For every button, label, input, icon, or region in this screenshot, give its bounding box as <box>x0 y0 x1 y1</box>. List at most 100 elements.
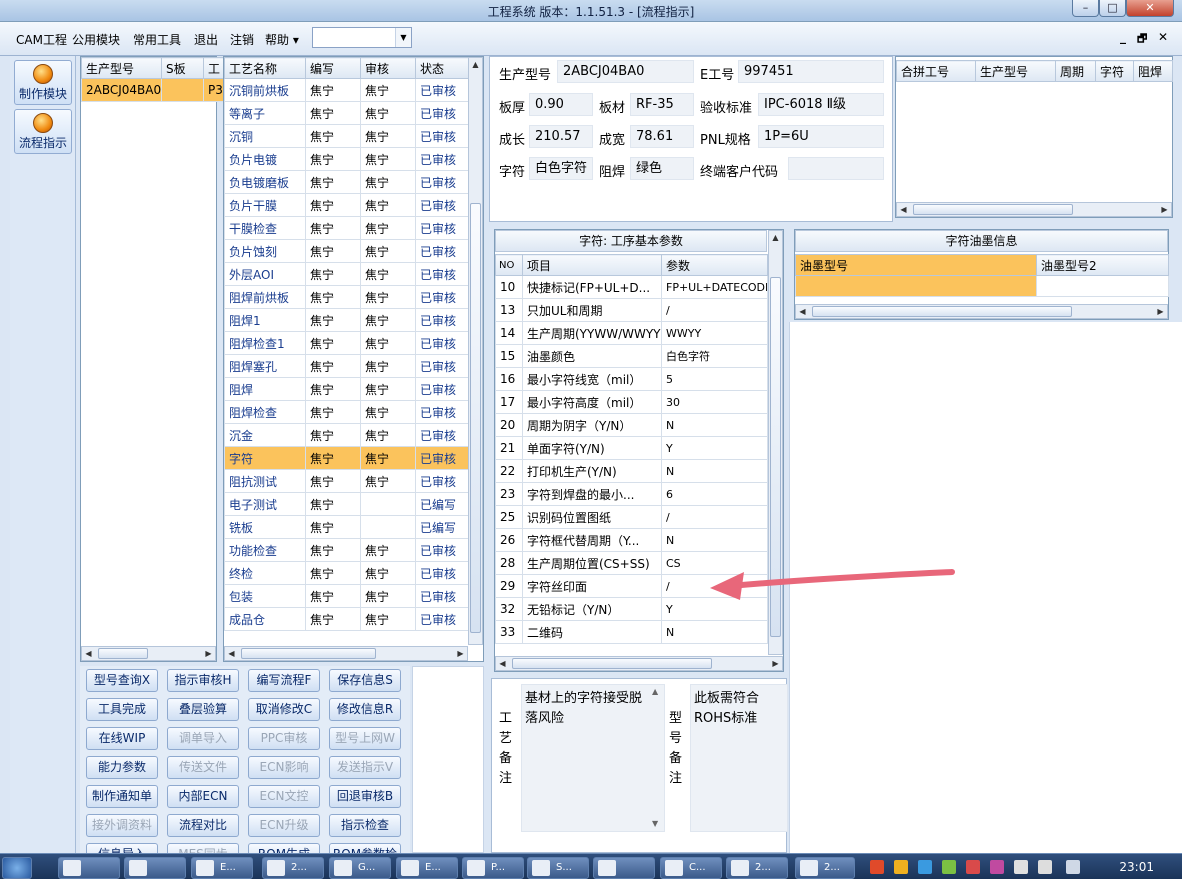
horizontal-scrollbar[interactable]: ◀ ▶ <box>495 656 783 671</box>
table-row[interactable] <box>795 275 1169 297</box>
action-button[interactable]: 叠层验算 <box>167 698 239 721</box>
action-button[interactable]: 保存信息S <box>329 669 401 692</box>
taskbar-item[interactable]: 2... <box>726 857 788 879</box>
table-row[interactable]: 干膜检查 焦宁 焦宁 已审核 <box>224 216 469 240</box>
taskbar-item[interactable]: E... <box>191 857 253 879</box>
table-row[interactable]: 负片电镀 焦宁 焦宁 已审核 <box>224 147 469 171</box>
action-button[interactable]: 型号查询X <box>86 669 158 692</box>
table-row[interactable]: 阻焊 焦宁 焦宁 已审核 <box>224 377 469 401</box>
column-header-ink[interactable]: 油墨型号 <box>795 254 1037 276</box>
menu-common-tools[interactable]: 常用工具 <box>133 31 181 48</box>
column-header-param[interactable]: 参数 <box>661 254 768 276</box>
horizontal-scrollbar[interactable]: ◀ ▶ <box>81 646 216 661</box>
column-header-character[interactable]: 字符 <box>1095 60 1134 82</box>
length-field[interactable]: 210.57 <box>529 125 593 148</box>
menu-logout[interactable]: 注销 <box>230 31 254 48</box>
table-row[interactable]: 10 快捷标记(FP+UL+D... FP+UL+DATECODE <box>495 275 768 299</box>
table-row[interactable]: 阻焊塞孔 焦宁 焦宁 已审核 <box>224 354 469 378</box>
action-button[interactable]: 内部ECN <box>167 785 239 808</box>
table-row[interactable]: 阻焊检查1 焦宁 焦宁 已审核 <box>224 331 469 355</box>
table-row[interactable]: 成品仓 焦宁 焦宁 已审核 <box>224 607 469 631</box>
action-button[interactable]: ECN文控 <box>248 785 320 808</box>
menu-cam[interactable]: CAM工程 <box>16 31 67 48</box>
column-header-solder[interactable]: 阻焊 <box>1133 60 1173 82</box>
column-header-ink-2[interactable]: 油墨型号2 <box>1036 254 1169 276</box>
column-header-model[interactable]: 生产型号 <box>975 60 1056 82</box>
process-note-field[interactable]: 基材上的字符接受脱落风险 <box>521 684 665 832</box>
column-header-reviewer[interactable]: 审核 <box>360 57 416 79</box>
action-button[interactable]: 传送文件 <box>167 756 239 779</box>
taskbar-item[interactable]: C... <box>660 857 722 879</box>
action-button[interactable]: ECN升级 <box>248 814 320 837</box>
column-header-model[interactable]: 生产型号 <box>81 57 162 79</box>
table-row[interactable]: 26 字符框代替周期（Y... N <box>495 528 768 552</box>
action-button[interactable]: 接外调资料 <box>86 814 158 837</box>
action-button[interactable]: 能力参数 <box>86 756 158 779</box>
column-header-merge-job[interactable]: 合拼工号 <box>896 60 976 82</box>
action-button[interactable]: 制作通知单 <box>86 785 158 808</box>
action-button[interactable]: 在线WIP <box>86 727 158 750</box>
table-row[interactable]: 负电镀磨板 焦宁 焦宁 已审核 <box>224 170 469 194</box>
taskbar-item[interactable] <box>58 857 120 879</box>
minimize-button[interactable]: – <box>1072 0 1099 17</box>
table-row[interactable]: 15 油墨颜色 白色字符 <box>495 344 768 368</box>
tray-icon-6[interactable] <box>990 860 1004 874</box>
action-button[interactable]: 取消修改C <box>248 698 320 721</box>
model-field[interactable]: 2ABCJ04BA0 <box>557 60 694 83</box>
action-button[interactable]: 回退审核B <box>329 785 401 808</box>
start-button[interactable] <box>2 857 32 879</box>
column-header-item[interactable]: 项目 <box>522 254 662 276</box>
taskbar-item[interactable] <box>593 857 655 879</box>
pnl-field[interactable]: 1P=6U <box>758 125 884 148</box>
character-field[interactable]: 白色字符 <box>529 157 593 180</box>
vertical-scrollbar[interactable]: ▲ <box>468 57 483 645</box>
column-header-period[interactable]: 周期 <box>1055 60 1096 82</box>
table-row[interactable]: 负片蚀刻 焦宁 焦宁 已审核 <box>224 239 469 263</box>
table-row[interactable]: 21 单面字符(Y/N) Y <box>495 436 768 460</box>
menu-exit[interactable]: 退出 <box>194 31 218 48</box>
action-button[interactable]: 工具完成 <box>86 698 158 721</box>
customer-code-field[interactable] <box>788 157 884 180</box>
action-button[interactable]: 指示检查 <box>329 814 401 837</box>
tray-icon-5[interactable] <box>966 860 980 874</box>
material-field[interactable]: RF-35 <box>630 93 694 116</box>
mdi-minimize-button[interactable]: _ <box>1120 30 1126 44</box>
action-button[interactable]: 型号上网W <box>329 727 401 750</box>
table-row[interactable]: 沉金 焦宁 焦宁 已审核 <box>224 423 469 447</box>
column-header-status[interactable]: 状态 <box>415 57 469 79</box>
maximize-button[interactable]: □ <box>1099 0 1126 17</box>
action-button[interactable]: 指示审核H <box>167 669 239 692</box>
tray-icon-8[interactable] <box>1038 860 1052 874</box>
taskbar-item[interactable]: E... <box>396 857 458 879</box>
solder-field[interactable]: 绿色 <box>630 157 694 180</box>
column-header-no[interactable]: NO <box>495 254 523 276</box>
process-instruction-button[interactable]: 流程指示 <box>14 109 72 154</box>
taskbar-item[interactable]: G... <box>329 857 391 879</box>
column-header-author[interactable]: 编写 <box>305 57 361 79</box>
table-row[interactable]: 13 只加UL和周期 / <box>495 298 768 322</box>
width-field[interactable]: 78.61 <box>630 125 694 148</box>
tray-icon-4[interactable] <box>942 860 956 874</box>
mdi-restore-button[interactable]: 🗗 <box>1137 30 1147 49</box>
table-row[interactable]: 阻抗测试 焦宁 焦宁 已审核 <box>224 469 469 493</box>
table-row[interactable]: 外层AOI 焦宁 焦宁 已审核 <box>224 262 469 286</box>
table-row[interactable]: 22 打印机生产(Y/N) N <box>495 459 768 483</box>
table-row[interactable]: 33 二维码 N <box>495 620 768 644</box>
tray-icon-3[interactable] <box>918 860 932 874</box>
table-row[interactable]: 终检 焦宁 焦宁 已审核 <box>224 561 469 585</box>
table-row[interactable]: 2ABCJ04BA0 P3 <box>81 78 232 102</box>
taskbar-item[interactable]: P... <box>462 857 524 879</box>
column-header-process[interactable]: 工艺名称 <box>224 57 306 79</box>
menu-help[interactable]: 帮助 ▾ <box>265 31 299 48</box>
table-row[interactable]: 负片干膜 焦宁 焦宁 已审核 <box>224 193 469 217</box>
taskbar-item[interactable]: 2... <box>795 857 855 879</box>
toolbar-combo[interactable]: ▼ <box>312 27 412 48</box>
table-row[interactable]: 包装 焦宁 焦宁 已审核 <box>224 584 469 608</box>
tray-icon-2[interactable] <box>894 860 908 874</box>
table-row[interactable]: 阻焊1 焦宁 焦宁 已审核 <box>224 308 469 332</box>
action-button[interactable]: 编写流程F <box>248 669 320 692</box>
table-row[interactable]: 等离子 焦宁 焦宁 已审核 <box>224 101 469 125</box>
table-row[interactable]: 电子测试 焦宁 已编写 <box>224 492 469 516</box>
horizontal-scrollbar[interactable]: ◀ ▶ <box>795 304 1168 319</box>
table-row[interactable]: 沉铜 焦宁 焦宁 已审核 <box>224 124 469 148</box>
